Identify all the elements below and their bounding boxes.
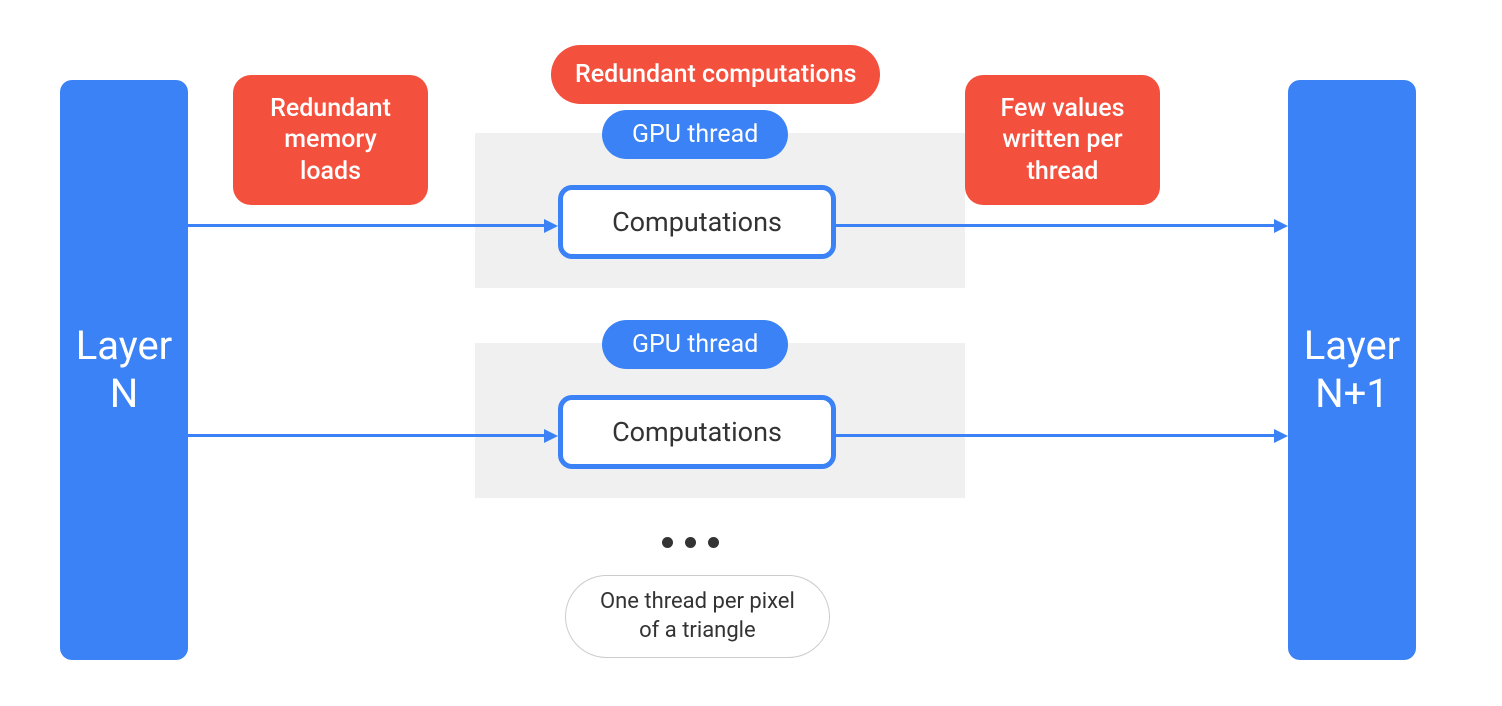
- computation-label-1: Computations: [612, 206, 782, 238]
- ellipsis-icon: [662, 537, 719, 548]
- arrow-1-left-head: [544, 219, 558, 233]
- arrow-1-right-head: [1274, 219, 1288, 233]
- dot-icon: [662, 537, 673, 548]
- computation-box-1: Computations: [558, 185, 836, 259]
- layer-n-label: Layer N: [76, 322, 172, 418]
- gpu-thread-pill-2: GPU thread: [602, 320, 788, 369]
- callout-redundant-computations-text: Redundant computations: [575, 59, 856, 90]
- callout-redundant-memory: Redundant memory loads: [233, 75, 428, 205]
- computation-box-2: Computations: [558, 395, 836, 469]
- layer-n1-label: Layer N+1: [1304, 322, 1400, 418]
- arrow-2-right-line: [836, 434, 1274, 437]
- computation-label-2: Computations: [612, 416, 782, 448]
- arrow-1-right-line: [836, 224, 1274, 227]
- arrow-2-left-line: [188, 434, 544, 437]
- layer-n-box: Layer N: [60, 80, 188, 660]
- footer-caption-text: One thread per pixel of a triangle: [600, 589, 795, 643]
- dot-icon: [685, 537, 696, 548]
- gpu-thread-pill-1: GPU thread: [602, 110, 788, 159]
- callout-few-values-text: Few values written per thread: [1001, 93, 1125, 187]
- callout-few-values: Few values written per thread: [965, 75, 1160, 205]
- arrow-1-left-line: [188, 224, 544, 227]
- gpu-thread-label-2: GPU thread: [632, 330, 758, 359]
- callout-redundant-computations: Redundant computations: [551, 45, 880, 104]
- arrow-2-right-head: [1274, 429, 1288, 443]
- dot-icon: [708, 537, 719, 548]
- layer-n1-box: Layer N+1: [1288, 80, 1416, 660]
- gpu-thread-label-1: GPU thread: [632, 120, 758, 149]
- footer-caption-pill: One thread per pixel of a triangle: [565, 575, 830, 658]
- callout-redundant-memory-text: Redundant memory loads: [270, 93, 391, 187]
- arrow-2-left-head: [544, 429, 558, 443]
